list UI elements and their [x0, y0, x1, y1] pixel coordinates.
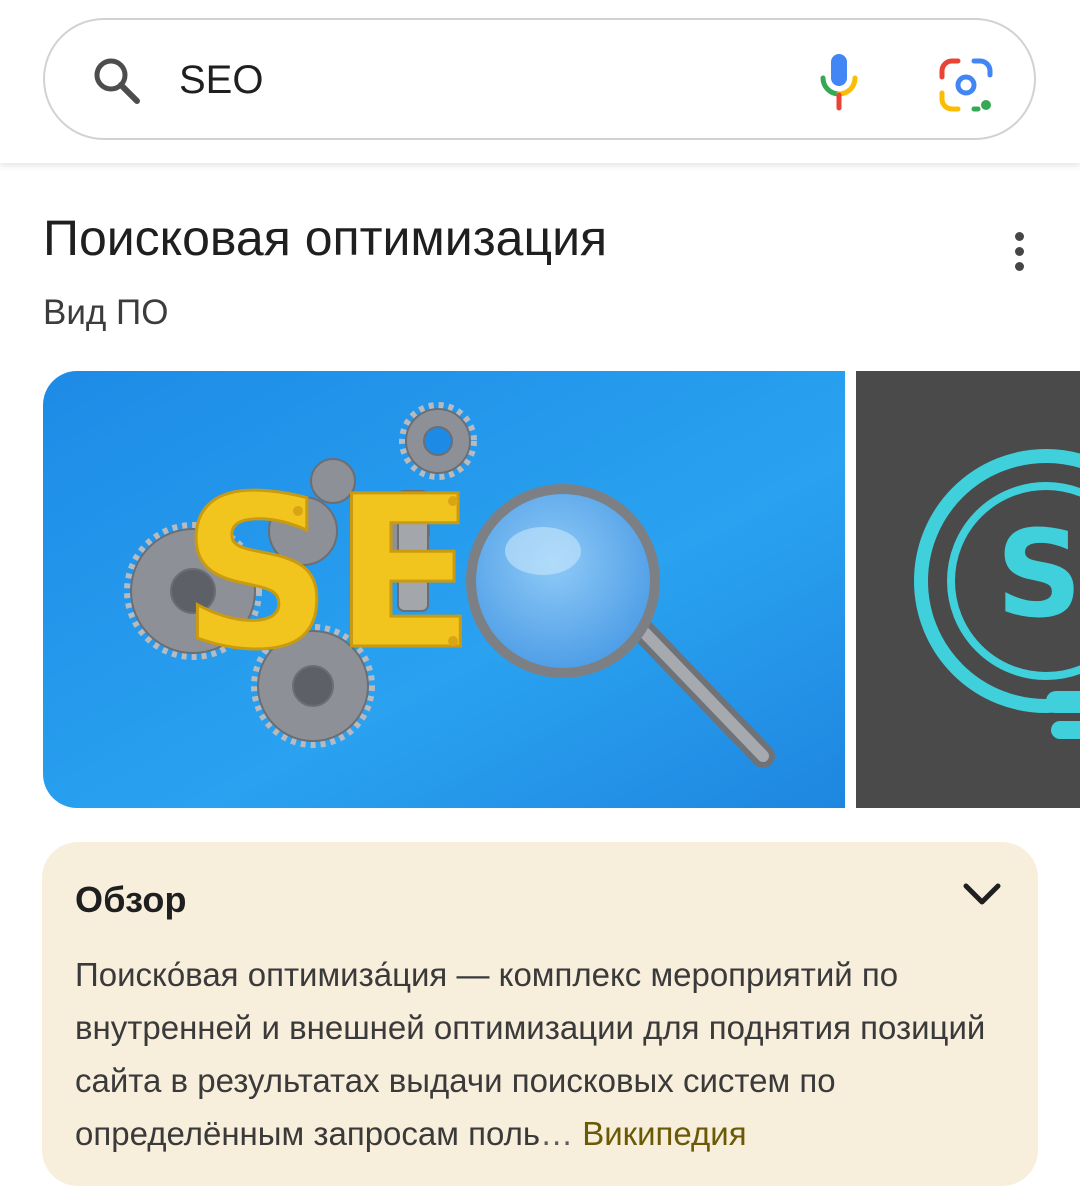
- wikipedia-source-link[interactable]: Википедия: [582, 1115, 746, 1152]
- overview-ellipsis: …: [540, 1115, 583, 1152]
- entity-type-subtitle: Вид ПО: [43, 293, 169, 332]
- more-vert-icon[interactable]: [1000, 226, 1040, 278]
- search-input[interactable]: [179, 50, 779, 110]
- overview-description: Поиско́вая оптимиза́ция — комплекс мероп…: [75, 948, 1035, 1160]
- mic-icon[interactable]: [817, 52, 861, 112]
- search-header: [0, 0, 1080, 163]
- seo-gears-magnifier-image[interactable]: SE: [43, 371, 845, 808]
- search-icon[interactable]: [91, 55, 143, 107]
- overview-heading: Обзор: [75, 879, 187, 920]
- seo-lightbulb-image[interactable]: S: [856, 371, 1080, 808]
- seo-letters: SE: [181, 451, 476, 696]
- overview-card: Обзор Поиско́вая оптимиза́ция — комплекс…: [42, 842, 1038, 1186]
- page-title: Поисковая оптимизация: [43, 210, 608, 266]
- chevron-down-icon[interactable]: [960, 876, 1004, 912]
- lens-icon[interactable]: [938, 57, 994, 113]
- search-box[interactable]: [43, 18, 1036, 140]
- overview-snippet: Поиско́вая оптимиза́ция — комплекс мероп…: [75, 956, 986, 1152]
- lightbulb-letter: S: [996, 506, 1080, 645]
